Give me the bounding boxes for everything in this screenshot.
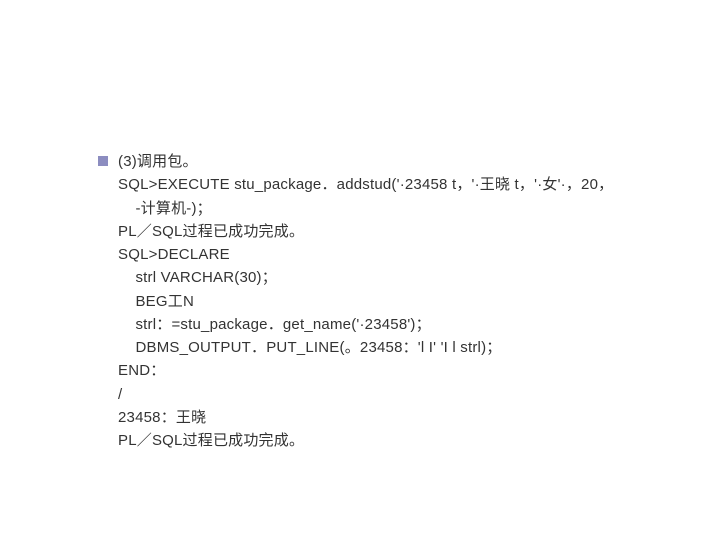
code-line: BEG工N <box>118 290 690 313</box>
code-line: / <box>118 383 690 406</box>
code-line: (3)调用包。 <box>118 150 690 173</box>
code-line: 23458：王晓 <box>118 406 690 429</box>
code-line: strl：=stu_package．get_name('·23458')； <box>118 313 690 336</box>
slide: (3)调用包。 SQL>EXECUTE stu_package．addstud(… <box>0 0 720 540</box>
code-line: strl VARCHAR(30)； <box>118 266 690 289</box>
code-line: SQL>EXECUTE stu_package．addstud('·23458 … <box>118 173 690 196</box>
code-line: DBMS_OUTPUT．PUT_LINE(。23458：'l I' 'I l s… <box>118 336 690 359</box>
code-line: END： <box>118 359 690 382</box>
code-line: PL／SQL过程已成功完成。 <box>118 429 690 452</box>
bullet-square <box>98 156 108 166</box>
code-line: SQL>DECLARE <box>118 243 690 266</box>
code-content: (3)调用包。 SQL>EXECUTE stu_package．addstud(… <box>118 150 690 452</box>
code-line: -计算机-)； <box>118 197 690 220</box>
code-line: PL／SQL过程已成功完成。 <box>118 220 690 243</box>
bullet-block: (3)调用包。 SQL>EXECUTE stu_package．addstud(… <box>98 150 690 452</box>
